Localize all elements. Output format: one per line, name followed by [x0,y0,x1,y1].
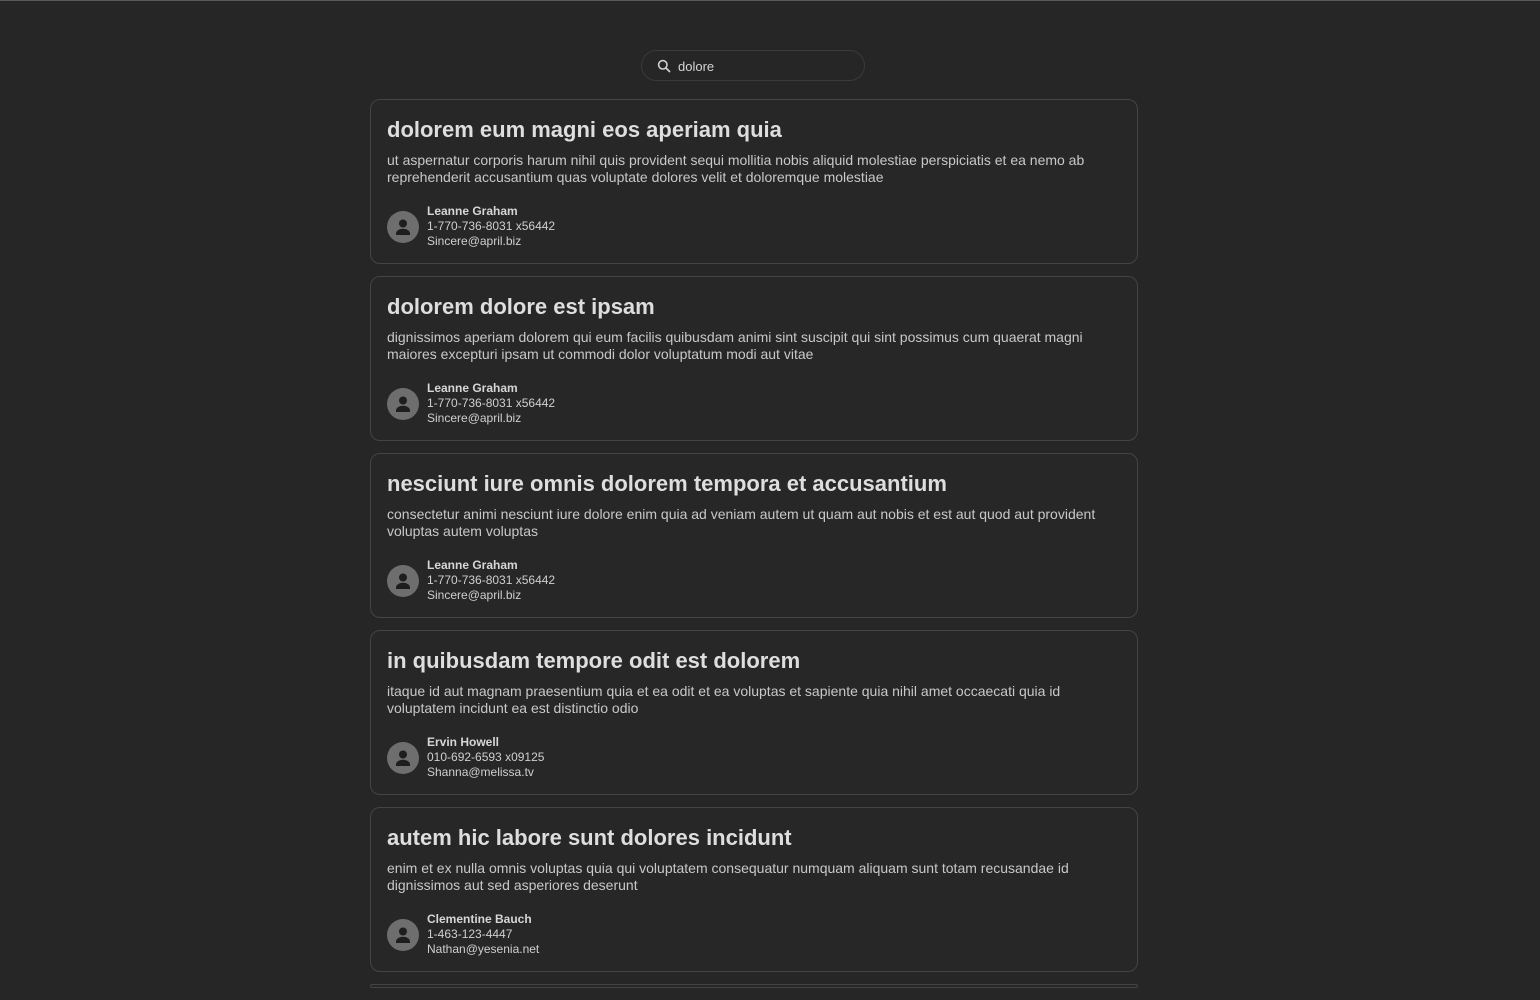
search-icon [657,59,671,73]
author-name: Leanne Graham [427,381,518,395]
search-input[interactable] [678,56,858,76]
post-card[interactable] [370,984,1138,988]
author-phone: 010-692-6593 x09125 [427,750,545,764]
post-title: in quibusdam tempore odit est dolorem [387,648,801,673]
post-body: enim et ex nulla omnis voluptas quia qui… [387,860,1069,893]
user-avatar-icon [387,919,419,951]
user-avatar-icon [387,565,419,597]
author-name: Leanne Graham [427,558,518,572]
author-phone: 1-770-736-8031 x56442 [427,396,556,410]
top-border [0,0,1540,1]
author-phone: 1-770-736-8031 x56442 [427,219,556,233]
author-name: Clementine Bauch [427,912,532,926]
author-email: Sincere@april.biz [427,411,522,425]
author-email: Sincere@april.biz [427,588,522,602]
post-body: dignissimos aperiam dolorem qui eum faci… [387,329,1083,362]
post-body: itaque id aut magnam praesentium quia et… [387,683,1061,716]
user-avatar-icon [387,742,419,774]
post-title: dolorem eum magni eos aperiam quia [387,117,782,142]
post-card[interactable]: nesciunt iure omnis dolorem tempora et a… [370,453,1138,618]
post-list: dolorem eum magni eos aperiam quia ut as… [370,99,1138,1000]
post-card[interactable]: autem hic labore sunt dolores incidunt e… [370,807,1138,972]
post-body: consectetur animi nesciunt iure dolore e… [387,506,1096,539]
post-body: ut aspernatur corporis harum nihil quis … [387,152,1085,185]
post-title: nesciunt iure omnis dolorem tempora et a… [387,471,947,496]
author-email: Nathan@yesenia.net [427,942,540,956]
post-card[interactable]: dolorem dolore est ipsam dignissimos ape… [370,276,1138,441]
post-title: dolorem dolore est ipsam [387,294,655,319]
search-bar[interactable] [641,50,865,81]
author-phone: 1-463-123-4447 [427,927,513,941]
author-email: Sincere@april.biz [427,234,522,248]
user-avatar-icon [387,388,419,420]
user-avatar-icon [387,211,419,243]
author-name: Ervin Howell [427,735,500,749]
author-name: Leanne Graham [427,204,518,218]
author-phone: 1-770-736-8031 x56442 [427,573,556,587]
author-email: Shanna@melissa.tv [427,765,534,779]
post-card[interactable]: in quibusdam tempore odit est dolorem it… [370,630,1138,795]
post-card[interactable]: dolorem eum magni eos aperiam quia ut as… [370,99,1138,264]
post-title: autem hic labore sunt dolores incidunt [387,825,792,850]
